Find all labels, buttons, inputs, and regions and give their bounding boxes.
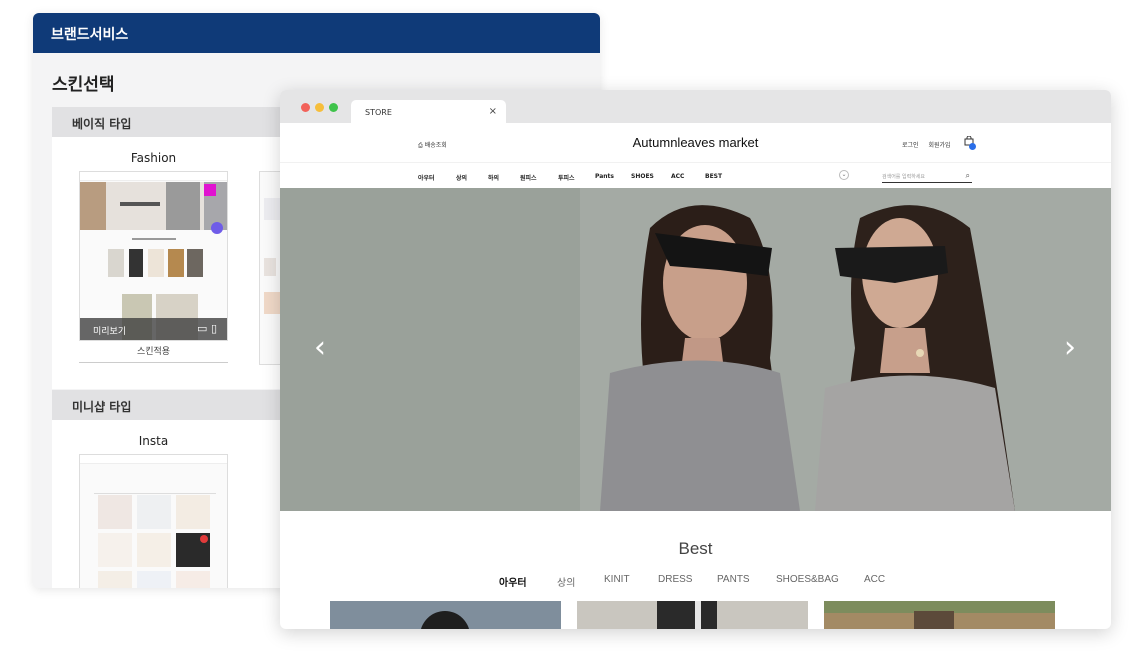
hero-image [280, 188, 1111, 511]
browser-chrome: STORE × [280, 90, 1111, 123]
best-section-title: Best [678, 539, 713, 558]
minimize-window-dot[interactable] [315, 103, 324, 112]
tab-title: STORE [365, 108, 392, 117]
nav-item-outer[interactable]: 아우터 [418, 173, 435, 182]
nav-item-twopiece[interactable]: 투피스 [558, 173, 575, 182]
best-tab-shoes-bag[interactable]: SHOES&BAG [776, 574, 839, 585]
product-thumbnail[interactable] [330, 601, 561, 629]
screenshot-stage: 브랜드서비스 스킨선택 베이직 타입 Fashion 미리보기 ▭ ▯ 스킨적용… [0, 0, 1143, 652]
category-nav: 아우터 상의 하의 원피스 투피스 Pants SHOES ACC BEST ⌄… [280, 162, 1111, 188]
best-tab-knit[interactable]: KINIT [604, 574, 630, 585]
account-links: 로그인 회원가입 [902, 140, 959, 149]
skin-card-insta[interactable]: Insta [79, 434, 228, 588]
nav-item-pants[interactable]: Pants [595, 173, 614, 180]
tab-close-icon[interactable]: × [489, 106, 497, 117]
close-window-dot[interactable] [301, 103, 310, 112]
best-tab-outer[interactable]: 아우터 [499, 574, 527, 589]
product-thumbnail[interactable] [824, 601, 1055, 629]
hero-prev-arrow[interactable]: ‹ [310, 333, 330, 365]
device-icons[interactable]: ▭ ▯ [197, 322, 217, 335]
site-logo[interactable]: Autumnleaves market [280, 135, 1111, 150]
mobile-icon[interactable]: ▯ [211, 322, 217, 335]
hero-banner: ‹ › [280, 188, 1111, 511]
nav-item-top[interactable]: 상의 [456, 173, 467, 182]
browser-window: STORE × ⎙ 배송조회 Autumnleaves market 로그인 회… [280, 90, 1111, 629]
nav-item-bottom[interactable]: 하의 [488, 173, 499, 182]
signup-link[interactable]: 회원가입 [928, 142, 950, 149]
product-thumbnail[interactable] [577, 601, 808, 629]
search-icon[interactable]: ⌕ [966, 171, 970, 181]
preview-bar[interactable]: 미리보기 ▭ ▯ [80, 318, 227, 340]
search-box[interactable]: 검색어를 입력하세요 ⌕ [882, 170, 972, 183]
login-link[interactable]: 로그인 [902, 142, 919, 149]
nav-item-best[interactable]: BEST [705, 173, 722, 180]
search-input[interactable]: 검색어를 입력하세요 [882, 173, 925, 180]
nav-item-acc[interactable]: ACC [671, 173, 684, 180]
best-tab-pants[interactable]: PANTS [717, 574, 750, 585]
hero-next-arrow[interactable]: › [1060, 333, 1080, 365]
nav-item-onepiece[interactable]: 원피스 [520, 173, 537, 182]
skin-name: Fashion [130, 151, 177, 165]
skin-name: Insta [138, 434, 169, 448]
site-header: ⎙ 배송조회 Autumnleaves market 로그인 회원가입 [280, 123, 1111, 162]
best-tab-dress[interactable]: DRESS [658, 574, 692, 585]
panel-header: 브랜드서비스 [33, 13, 600, 53]
skin-thumbnail[interactable] [79, 454, 228, 588]
best-tab-acc[interactable]: ACC [864, 574, 885, 585]
cart-count-badge [969, 143, 976, 150]
browser-tab[interactable]: STORE × [351, 100, 506, 123]
nav-item-shoes[interactable]: SHOES [631, 173, 654, 180]
preview-label: 미리보기 [93, 327, 127, 337]
best-tab-top[interactable]: 상의 [557, 574, 575, 589]
apply-skin-button[interactable]: 스킨적용 [79, 341, 228, 363]
skin-thumbnail[interactable]: 미리보기 ▭ ▯ [79, 171, 228, 341]
desktop-icon[interactable]: ▭ [197, 322, 207, 335]
nav-more-icon[interactable]: ⌄ [839, 170, 849, 180]
skin-card-fashion[interactable]: Fashion 미리보기 ▭ ▯ 스킨적용 [79, 151, 228, 363]
maximize-window-dot[interactable] [329, 103, 338, 112]
